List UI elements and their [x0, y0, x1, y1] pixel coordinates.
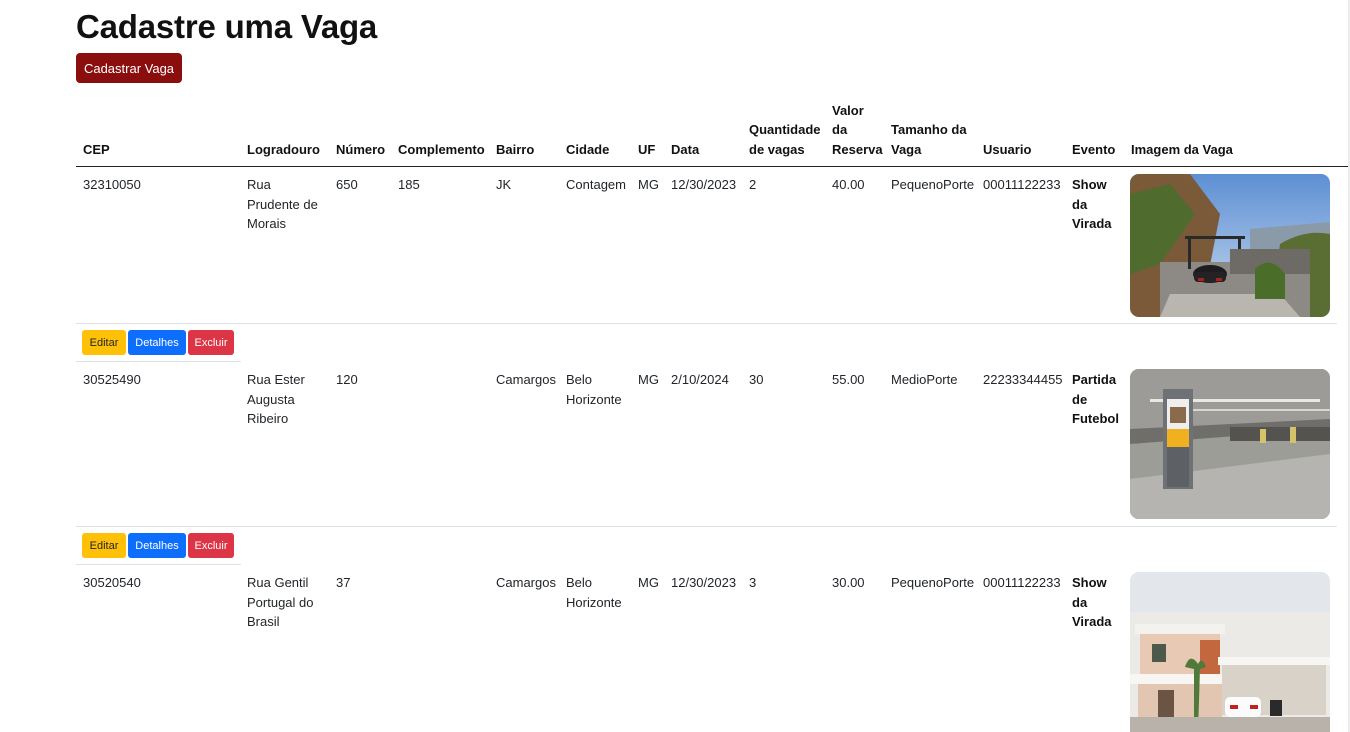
cell-cidade: Belo Horizonte [566, 372, 622, 407]
cell-valor: 30.00 [832, 575, 865, 590]
editar-button[interactable]: Editar [82, 330, 126, 355]
header-numero: Número [336, 141, 386, 157]
cell-logradouro: Rua Prudente de Morais [247, 177, 318, 231]
cell-cep: 30520540 [83, 575, 141, 590]
cell-tamanho: PequenoPorte [891, 575, 975, 590]
cell-data: 12/30/2023 [671, 177, 737, 192]
action-divider [76, 361, 241, 362]
cell-logradouro: Rua Ester Augusta Ribeiro [247, 372, 305, 426]
cell-uf: MG [638, 575, 659, 590]
vaga-image [1130, 174, 1330, 317]
cell-cep: 30525490 [83, 372, 141, 387]
cell-uf: MG [638, 372, 659, 387]
vaga-image [1130, 369, 1330, 519]
cell-quantidade: 3 [749, 575, 757, 590]
cell-data: 12/30/2023 [671, 575, 737, 590]
editar-button[interactable]: Editar [82, 533, 126, 558]
cell-evento: Partida de Futebol [1072, 372, 1119, 426]
header-imagem: Imagem da Vaga [1131, 141, 1233, 157]
excluir-button[interactable]: Excluir [188, 533, 234, 558]
cell-bairro: Camargos [496, 575, 556, 590]
detalhes-button[interactable]: Detalhes [128, 330, 186, 355]
header-evento: Evento [1072, 141, 1116, 157]
action-divider [76, 564, 241, 565]
header-valor: Valor da Reserva [832, 102, 883, 157]
header-quantidade: Quantidade de vagas [749, 122, 821, 157]
header-uf: UF [638, 141, 656, 157]
cadastrar-vaga-button[interactable]: Cadastrar Vaga [76, 53, 182, 83]
cell-cep: 32310050 [83, 177, 141, 192]
header-logradouro: Logradouro [247, 141, 320, 157]
cell-data: 2/10/2024 [671, 372, 729, 387]
cell-numero: 650 [336, 177, 358, 192]
cell-uf: MG [638, 177, 659, 192]
cell-numero: 37 [336, 575, 351, 590]
header-data: Data [671, 141, 700, 157]
cell-usuario: 00011122233 [983, 575, 1061, 590]
header-complemento: Complemento [398, 141, 485, 157]
cell-tamanho: MedioPorte [891, 372, 958, 387]
cell-cidade: Contagem [566, 177, 626, 192]
cell-bairro: Camargos [496, 372, 556, 387]
row-divider [76, 526, 1337, 527]
cell-numero: 120 [336, 372, 358, 387]
cell-bairro: JK [496, 177, 512, 192]
header-divider [76, 166, 1348, 167]
cell-tamanho: PequenoPorte [891, 177, 975, 192]
cell-evento: Show da Virada [1072, 177, 1112, 231]
excluir-button[interactable]: Excluir [188, 330, 234, 355]
cell-quantidade: 30 [749, 372, 764, 387]
header-cep: CEP [83, 141, 110, 157]
row-divider [76, 323, 1337, 324]
vaga-image [1130, 572, 1330, 732]
header-usuario: Usuario [983, 141, 1032, 157]
cell-valor: 55.00 [832, 372, 865, 387]
cell-logradouro: Rua Gentil Portugal do Brasil [247, 575, 314, 629]
cell-usuario: 00011122233 [983, 177, 1061, 192]
cell-cidade: Belo Horizonte [566, 575, 622, 610]
cell-usuario: 22233344455 [983, 372, 1063, 387]
cell-valor: 40.00 [832, 177, 865, 192]
header-bairro: Bairro [496, 141, 535, 157]
cell-complemento: 185 [398, 177, 420, 192]
header-cidade: Cidade [566, 141, 610, 157]
cell-evento: Show da Virada [1072, 575, 1112, 629]
detalhes-button[interactable]: Detalhes [128, 533, 186, 558]
cell-quantidade: 2 [749, 177, 757, 192]
page-title: Cadastre uma Vaga [76, 8, 378, 45]
header-tamanho: Tamanho da Vaga [891, 122, 967, 157]
